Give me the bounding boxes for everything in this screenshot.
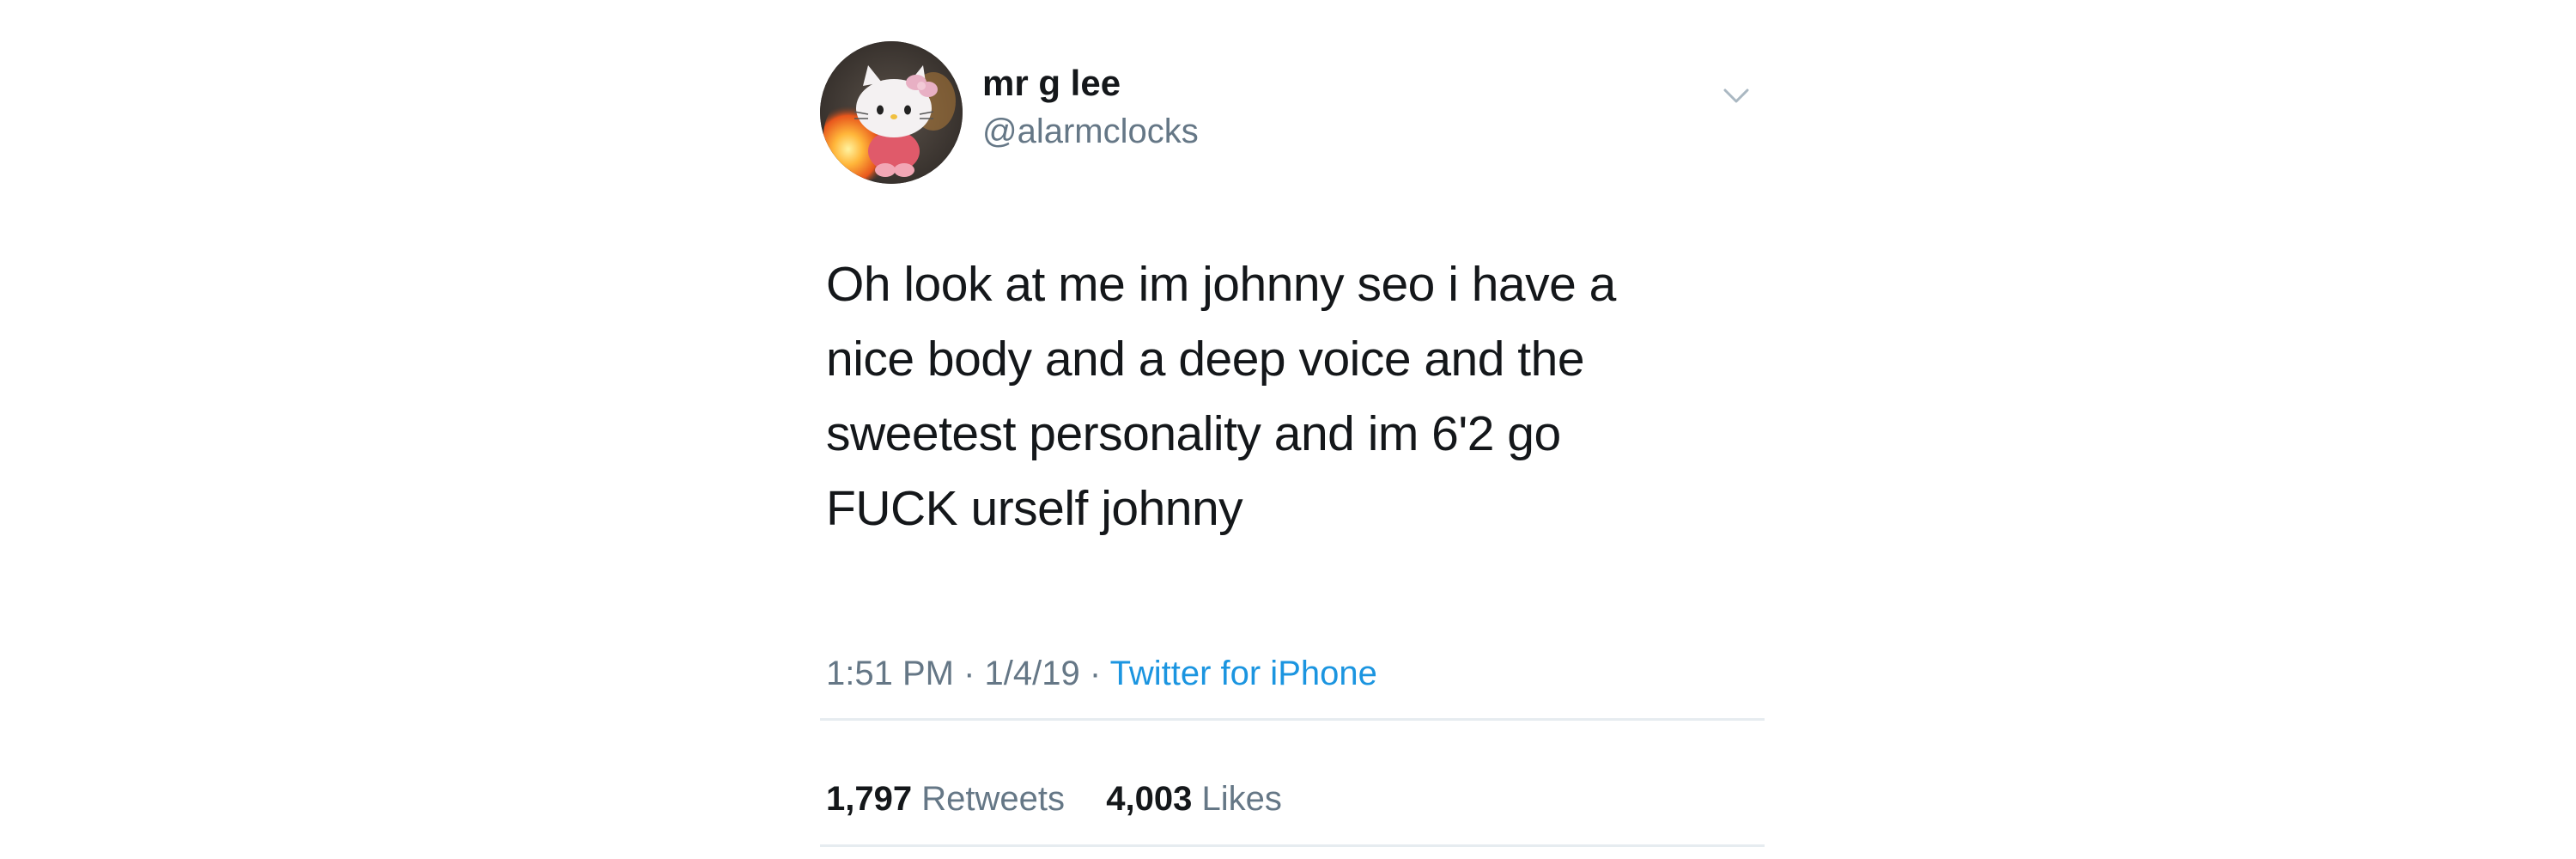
tweet-text-line: nice body and a deep voice and the bbox=[826, 332, 1585, 387]
tweet-time[interactable]: 1:51 PM bbox=[826, 655, 954, 692]
avatar[interactable] bbox=[820, 41, 963, 184]
tweet-date[interactable]: 1/4/19 bbox=[985, 655, 1080, 692]
retweets-count: 1,797 bbox=[826, 780, 913, 818]
divider bbox=[820, 718, 1765, 721]
separator: · bbox=[963, 655, 975, 692]
retweets-label: Retweets bbox=[921, 780, 1065, 818]
tweet-source-link[interactable]: Twitter for iPhone bbox=[1110, 655, 1377, 692]
tweet-card: mr g lee @alarmclocks Oh look at me im j… bbox=[820, 41, 1765, 849]
likes-count: 4,003 bbox=[1106, 780, 1193, 818]
tweet-text-line: FUCK urself johnny bbox=[826, 481, 1243, 536]
likes-stat[interactable]: 4,003 Likes bbox=[1106, 780, 1282, 818]
tweet-text: Oh look at me im johnny seo i have a nic… bbox=[826, 247, 1753, 546]
likes-label: Likes bbox=[1201, 780, 1282, 818]
chevron-down-icon[interactable] bbox=[1718, 77, 1754, 113]
separator: · bbox=[1089, 655, 1102, 692]
tweet-text-line: Oh look at me im johnny seo i have a bbox=[826, 257, 1616, 312]
user-handle[interactable]: @alarmclocks bbox=[982, 113, 1199, 151]
divider bbox=[820, 844, 1765, 847]
retweets-stat[interactable]: 1,797 Retweets bbox=[826, 780, 1074, 818]
tweet-metadata: 1:51 PM · 1/4/19 · Twitter for iPhone bbox=[826, 655, 1377, 693]
engagement-stats: 1,797 Retweets 4,003 Likes bbox=[826, 780, 1282, 819]
tweet-text-line: sweetest personality and im 6'2 go bbox=[826, 406, 1561, 461]
display-name[interactable]: mr g lee bbox=[982, 63, 1121, 104]
hello-kitty-on-fire-avatar bbox=[820, 41, 963, 184]
